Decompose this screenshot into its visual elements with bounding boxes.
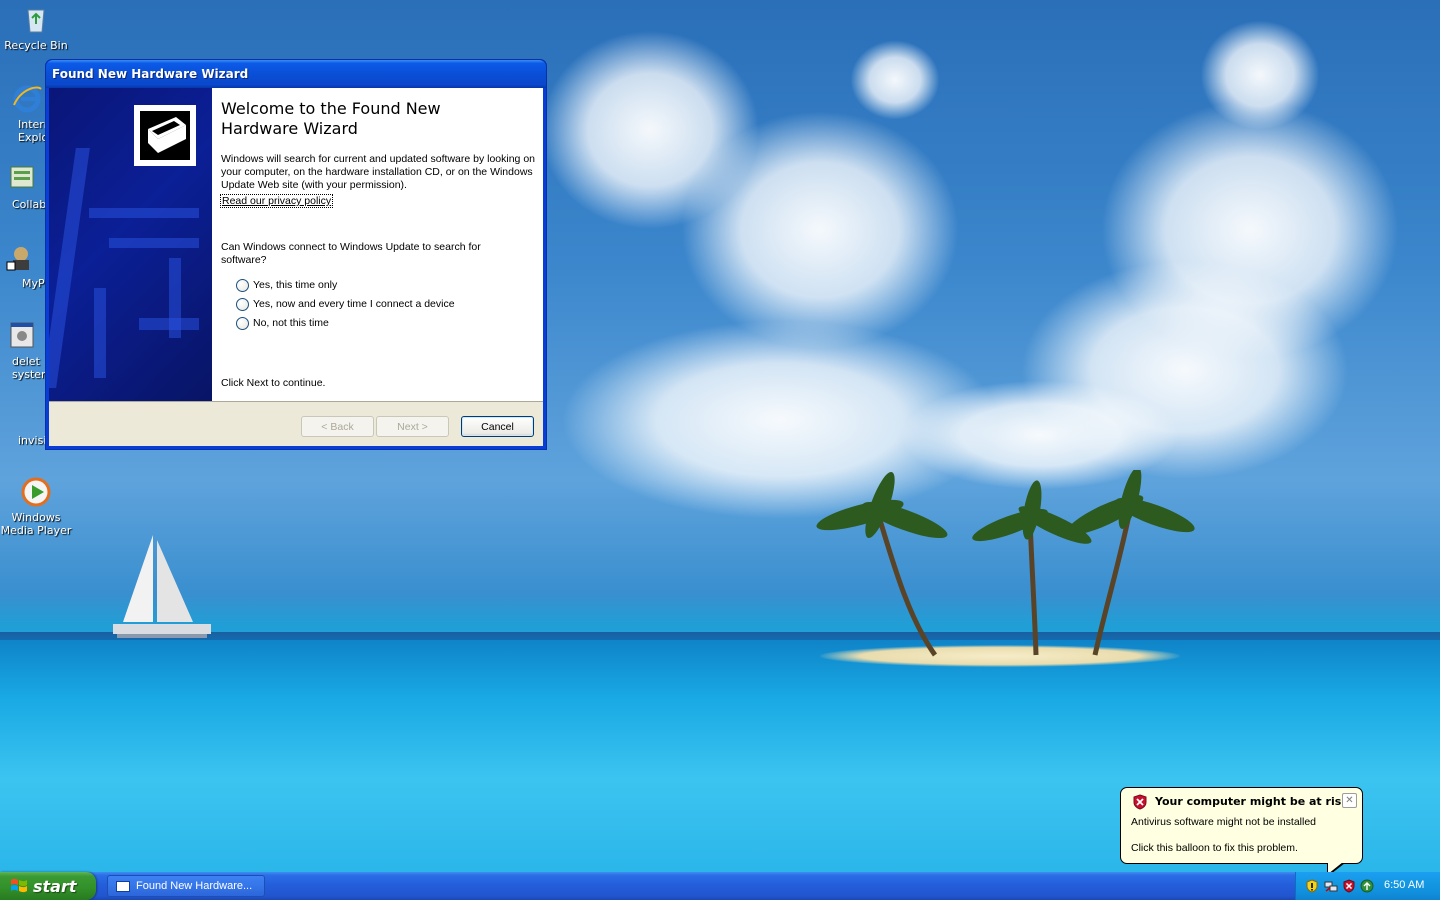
- banner-decoration: [169, 258, 181, 338]
- option-no-not-this-time[interactable]: No, not this time: [236, 316, 329, 330]
- wallpaper-cloud: [1200, 20, 1320, 130]
- option-label: Yes, this time only: [253, 279, 338, 291]
- balloon-instruction: Click this balloon to fix this problem.: [1131, 842, 1298, 854]
- wizard-heading: Welcome to the Found New Hardware Wizard: [221, 99, 441, 138]
- banner-decoration: [94, 288, 106, 378]
- update-icon[interactable]: [1360, 879, 1374, 893]
- collab-icon: [10, 166, 34, 188]
- wizard-intro-text: Windows will search for current and upda…: [221, 153, 535, 191]
- desktop-icon-label: MyP: [22, 277, 45, 290]
- desktop-icon-delete-system[interactable]: delet systen: [0, 320, 46, 381]
- taskbar-button-found-new-hardware[interactable]: Found New Hardware...: [107, 875, 265, 897]
- taskbar: start Found New Hardware... 6:50 AM: [0, 872, 1440, 900]
- desktop-icon-windows-media-player[interactable]: Windows Media Player: [0, 476, 74, 537]
- wizard-separator: [49, 401, 543, 402]
- sailboat-illustration: [113, 535, 211, 638]
- wizard-client-area: Welcome to the Found New Hardware Wizard…: [49, 88, 543, 446]
- hardware-wizard-icon: [134, 105, 196, 166]
- security-shield-icon: [1133, 794, 1147, 810]
- wizard-content-panel: Welcome to the Found New Hardware Wizard…: [212, 88, 543, 401]
- back-button[interactable]: < Back: [301, 416, 374, 437]
- window-icon: [116, 880, 130, 892]
- desktop-icon-recycle-bin[interactable]: Recycle Bin: [0, 4, 74, 52]
- option-yes-every-time[interactable]: Yes, now and every time I connect a devi…: [236, 297, 455, 311]
- taskbar-clock: 6:50 AM: [1384, 879, 1425, 891]
- desktop-icon-label: Recycle Bin: [4, 39, 68, 52]
- desktop-icon-collab[interactable]: Collab: [0, 163, 46, 211]
- radio-button[interactable]: [236, 316, 249, 330]
- close-icon[interactable]: ✕: [1342, 793, 1357, 808]
- banner-decoration: [49, 148, 90, 388]
- balloon-title: Your computer might be at risk: [1155, 795, 1349, 808]
- hardware-card-icon: [140, 111, 190, 160]
- wallpaper-cloud: [680, 110, 960, 350]
- taskbar-button-label: Found New Hardware...: [136, 880, 253, 892]
- radio-button[interactable]: [236, 278, 249, 292]
- window-title: Found New Hardware Wizard: [52, 67, 249, 81]
- desktop-icon-label: Windows Media Player: [0, 511, 72, 537]
- banner-decoration: [89, 208, 199, 218]
- wizard-banner: [49, 88, 212, 401]
- desktop-icon-label: delet systen: [12, 355, 46, 381]
- option-label: Yes, now and every time I connect a devi…: [253, 298, 455, 310]
- privacy-policy-link[interactable]: Read our privacy policy: [219, 194, 334, 208]
- balloon-message: Antivirus software might not be installe…: [1131, 816, 1317, 828]
- delete-system-icon: [10, 322, 34, 348]
- cancel-button[interactable]: Cancel: [461, 416, 534, 437]
- next-button[interactable]: Next >: [376, 416, 449, 437]
- start-button[interactable]: start: [0, 872, 96, 900]
- network-icon[interactable]: [1324, 879, 1338, 893]
- found-new-hardware-wizard-window: Found New Hardware Wizard Welcome to the…: [45, 59, 547, 450]
- wallpaper-cloud: [850, 40, 940, 120]
- window-title-bar[interactable]: Found New Hardware Wizard: [46, 60, 546, 88]
- desktop-icon-invisit[interactable]: invisit: [0, 434, 46, 447]
- system-tray: 6:50 AM: [1295, 872, 1440, 900]
- internet-explorer-icon: [13, 85, 42, 113]
- windows-logo-icon: [11, 878, 27, 893]
- desktop-icon-label: Collab: [12, 198, 46, 211]
- wizard-footer-text: Click Next to continue.: [221, 377, 326, 389]
- recycle-bin-icon: [27, 9, 45, 33]
- media-player-icon: [21, 477, 51, 507]
- option-yes-this-time-only[interactable]: Yes, this time only: [236, 278, 337, 292]
- radio-button[interactable]: [236, 297, 249, 311]
- mypc-icon: [6, 247, 29, 271]
- security-notification-balloon[interactable]: Your computer might be at risk ✕ Antivir…: [1120, 787, 1363, 877]
- banner-decoration: [109, 238, 199, 248]
- option-label: No, not this time: [253, 317, 329, 329]
- wizard-question-text: Can Windows connect to Windows Update to…: [221, 241, 481, 266]
- security-alert-icon[interactable]: [1305, 879, 1319, 893]
- desktop-icon-label: invisit: [18, 434, 46, 447]
- desktop-icon-myp[interactable]: MyP: [0, 242, 46, 290]
- security-center-icon[interactable]: [1342, 879, 1356, 893]
- start-label: start: [33, 876, 77, 896]
- palm-trees-illustration: [816, 470, 1195, 657]
